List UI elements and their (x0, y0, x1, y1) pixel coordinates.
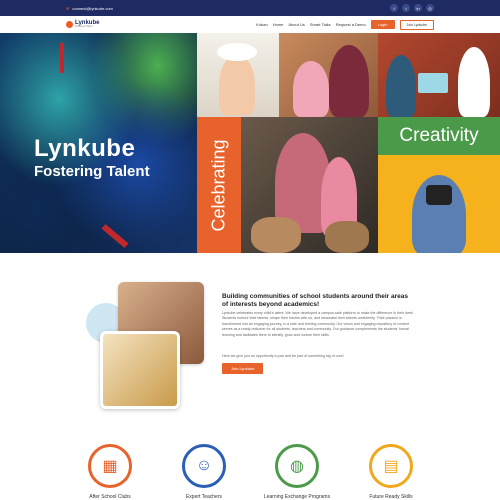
main-nav: Lynkube Fostering Talent Kuban Home Abou… (0, 16, 500, 33)
nav-item-about[interactable]: About Us (288, 22, 304, 27)
photo-child-camera (378, 155, 500, 253)
about-body: Lynkube celebrates every child's talent.… (222, 311, 414, 337)
join-button[interactable]: Join Lynkube (399, 19, 434, 30)
brand-tagline: Fostering Talent (75, 25, 93, 29)
facebook-icon[interactable]: f (390, 4, 398, 12)
join-lynkube-button[interactable]: Join Lynkube (222, 363, 264, 374)
blocks-icon: ▦ (88, 444, 132, 488)
photo-grandmother-child (279, 33, 378, 117)
feature-learning-exchange[interactable]: ◍ Learning Exchange Programs (252, 444, 342, 500)
feature-label: Future Ready Skills (369, 494, 413, 500)
linkedin-icon[interactable]: in (414, 4, 422, 12)
feature-future-ready-skills[interactable]: ▤ Future Ready Skills (346, 444, 436, 500)
twitter-icon[interactable]: t (402, 4, 410, 12)
hero-subtitle: Fostering Talent (34, 163, 150, 180)
certificate-icon: ▤ (369, 444, 413, 488)
features-row: ▦ After School Clubs ☺ Expert Teachers ◍… (0, 440, 500, 500)
photo-child-chef (197, 33, 279, 117)
teacher-icon: ☺ (182, 444, 226, 488)
paint-stroke (101, 224, 129, 248)
creativity-panel: Creativity (378, 117, 500, 155)
mail-icon: ✉ (66, 5, 70, 11)
nav-item-home[interactable]: Home (273, 22, 284, 27)
nav-item-request-demo[interactable]: Request a Demo (336, 22, 366, 27)
top-bar: ✉ connect@lynkube.com f t in ◎ (0, 0, 500, 16)
globe-icon: ◍ (275, 444, 319, 488)
celebrating-panel: Celebrating (197, 117, 241, 253)
logo-mark-icon (66, 21, 73, 28)
feature-label: After School Clubs (89, 494, 131, 500)
nav-menu: Kuban Home About Us Smart Talks Request … (256, 19, 434, 30)
feature-after-school-clubs[interactable]: ▦ After School Clubs (65, 444, 155, 500)
logo[interactable]: Lynkube Fostering Talent (66, 20, 99, 29)
photo-mother-daughter-tabla (241, 117, 378, 253)
about-section: Building communities of school students … (0, 253, 500, 423)
feature-expert-teachers[interactable]: ☺ Expert Teachers (159, 444, 249, 500)
hero-title: Lynkube (34, 135, 136, 162)
photo-girl-studying (100, 331, 180, 409)
login-button[interactable]: Login (370, 20, 395, 29)
instagram-icon[interactable]: ◎ (426, 4, 434, 12)
nav-item-smart-talks[interactable]: Smart Talks (310, 22, 331, 27)
feature-label: Learning Exchange Programs (263, 494, 331, 500)
contact-email[interactable]: ✉ connect@lynkube.com (66, 6, 113, 11)
social-links: f t in ◎ (390, 4, 434, 12)
photo-child-painting (378, 33, 500, 117)
creativity-text: Creativity (399, 125, 479, 146)
feature-label: Expert Teachers (185, 494, 223, 500)
paint-stroke (60, 43, 64, 73)
nav-item-kuban[interactable]: Kuban (256, 22, 268, 27)
about-cta-text: Here we give you an opportunity to join … (222, 354, 344, 358)
celebrating-text: Celebrating (208, 138, 229, 232)
about-heading: Building communities of school students … (222, 293, 408, 308)
email-text: connect@lynkube.com (72, 5, 113, 11)
hero-banner: Lynkube Fostering Talent Celebrating Cre… (0, 33, 500, 253)
